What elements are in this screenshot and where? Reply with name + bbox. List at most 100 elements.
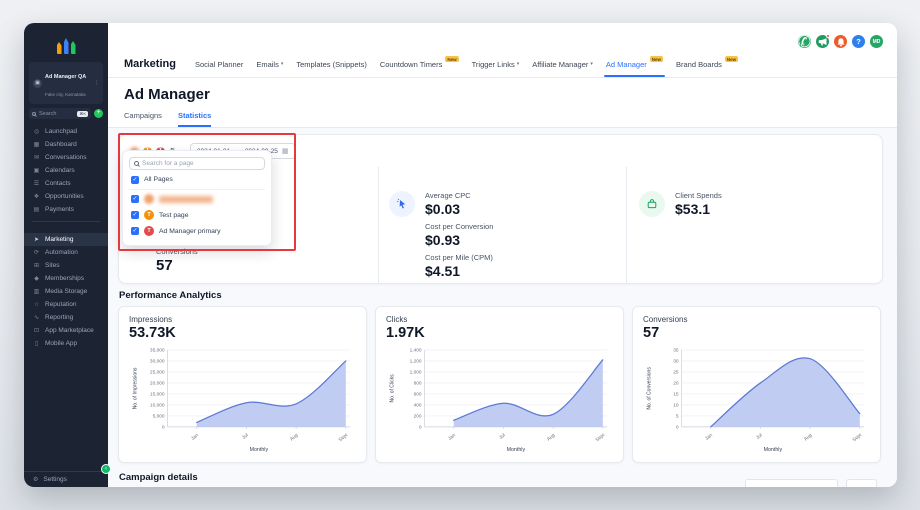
cutoff-button[interactable] bbox=[846, 479, 877, 487]
cursor-click-icon bbox=[389, 191, 415, 217]
svg-text:10,000: 10,000 bbox=[150, 403, 165, 409]
svg-text:No. of Clicks: No. of Clicks bbox=[390, 374, 396, 403]
page-name: Test page bbox=[159, 212, 188, 219]
page-avatar bbox=[144, 194, 154, 204]
svg-text:200: 200 bbox=[414, 414, 422, 420]
reporting-icon: ∿ bbox=[33, 314, 40, 321]
sites-icon: ⊞ bbox=[33, 262, 40, 269]
sidebar-item-calendars[interactable]: ▣ Calendars bbox=[24, 164, 108, 177]
stat-average-cpc: Average CPC $0.03 bbox=[425, 191, 493, 217]
marketing-nav: Marketing Social Planner Emails ▾ Templa… bbox=[124, 51, 738, 77]
settings-label: Settings bbox=[43, 476, 67, 483]
chart-title: Clicks bbox=[386, 315, 613, 324]
account-menu-icon[interactable]: ⋮ bbox=[94, 80, 99, 86]
payments-icon: ▤ bbox=[33, 206, 40, 213]
page-name bbox=[159, 196, 213, 203]
nav-item-countdown-timers[interactable]: Countdown Timers New bbox=[380, 51, 459, 77]
sidebar-item-dashboard[interactable]: ▦ Dashboard bbox=[24, 138, 108, 151]
account-switcher[interactable]: ▣ Ad Manager QA Fake city, Karnataka ⋮ bbox=[29, 62, 103, 104]
tab-statistics[interactable]: Statistics bbox=[178, 111, 211, 127]
sidebar-divider bbox=[32, 221, 100, 222]
app-marketplace-icon: ⊡ bbox=[33, 327, 40, 334]
svg-text:Jul: Jul bbox=[755, 432, 764, 441]
svg-text:600: 600 bbox=[414, 392, 422, 398]
svg-text:0: 0 bbox=[676, 425, 679, 431]
checkbox-checked[interactable]: ✓ bbox=[131, 195, 139, 203]
sidebar-item-memberships[interactable]: ◆ Memberships bbox=[24, 272, 108, 285]
calendars-icon: ▣ bbox=[33, 167, 40, 174]
sidebar-item-marketing[interactable]: ➤ Marketing bbox=[24, 233, 108, 246]
sidebar-item-conversations[interactable]: ✉ Conversations bbox=[24, 151, 108, 164]
nav-item-ad-manager[interactable]: Ad Manager New bbox=[606, 51, 663, 77]
account-name: Ad Manager QA bbox=[45, 74, 86, 80]
stat-cost-per-conversion: Cost per Conversion $0.93 bbox=[425, 222, 493, 248]
sidebar-item-opportunities[interactable]: ❖ Opportunities bbox=[24, 190, 108, 203]
launchpad-icon: ◎ bbox=[33, 128, 40, 135]
sidebar-item-settings[interactable]: ⚙ Settings bbox=[24, 471, 108, 487]
stats-column-right: Client Spends $53.1 bbox=[626, 167, 882, 284]
header-icons: ✆ ? MD bbox=[798, 35, 883, 48]
svg-text:15: 15 bbox=[673, 392, 679, 398]
contacts-icon: ☰ bbox=[33, 180, 40, 187]
page-filter-dropdown: Search for a page ✓ All Pages ✓ ✓ T Test… bbox=[122, 150, 272, 246]
analytics-heading: Performance Analytics bbox=[119, 290, 883, 301]
megaphone-icon[interactable] bbox=[816, 35, 829, 48]
sidebar-item-mobile-app[interactable]: ▯ Mobile App bbox=[24, 337, 108, 350]
page-option-test-page[interactable]: ✓ T Test page bbox=[129, 207, 265, 223]
sidebar-item-sites[interactable]: ⊞ Sites bbox=[24, 259, 108, 272]
checkbox-checked[interactable]: ✓ bbox=[131, 227, 139, 235]
nav-item-trigger-links[interactable]: Trigger Links ▾ bbox=[472, 51, 520, 77]
sidebar-item-reporting[interactable]: ∿ Reporting bbox=[24, 311, 108, 324]
chevron-down-icon: ▾ bbox=[281, 61, 284, 67]
svg-text:Jul: Jul bbox=[241, 432, 250, 441]
checkbox-checked[interactable]: ✓ bbox=[131, 176, 139, 184]
sidebar-item-automation[interactable]: ⟳ Automation bbox=[24, 246, 108, 259]
account-avatar-icon: ▣ bbox=[33, 79, 42, 88]
mobile-app-icon: ▯ bbox=[33, 340, 40, 347]
area-chart: 05,00010,00015,00020,00025,00030,00035,0… bbox=[129, 342, 356, 456]
cutoff-field[interactable] bbox=[745, 479, 838, 487]
nav-item-social-planner[interactable]: Social Planner bbox=[195, 51, 243, 77]
sidebar-search-input[interactable]: Search ⌘K bbox=[29, 108, 91, 119]
nav-item-brand-boards[interactable]: Brand Boards New bbox=[676, 51, 738, 77]
help-icon[interactable]: ? bbox=[852, 35, 865, 48]
chart-title: Conversions bbox=[643, 315, 870, 324]
stats-column-middle: Average CPC $0.03 Cost per Conversion $0… bbox=[378, 167, 626, 284]
page-option-ad-manager-primary[interactable]: ✓ T Ad Manager primary bbox=[129, 223, 265, 239]
all-pages-option[interactable]: ✓ All Pages bbox=[129, 174, 265, 186]
chart-cards: Impressions 53.73K 05,00010,00015,00020,… bbox=[118, 306, 883, 463]
svg-text:15,000: 15,000 bbox=[150, 392, 165, 398]
new-badge: New bbox=[445, 56, 458, 62]
chart-total: 53.73K bbox=[129, 325, 356, 341]
svg-text:30,000: 30,000 bbox=[150, 359, 165, 365]
sidebar-item-payments[interactable]: ▤ Payments bbox=[24, 203, 108, 216]
quick-add-button[interactable]: + bbox=[94, 109, 103, 118]
tab-campaigns[interactable]: Campaigns bbox=[124, 111, 162, 127]
sidebar-collapse-button[interactable]: ‹ bbox=[101, 464, 111, 474]
page-header: Ad Manager Campaigns Statistics bbox=[108, 78, 897, 128]
sidebar-item-contacts[interactable]: ☰ Contacts bbox=[24, 177, 108, 190]
desktop-background: ▣ Ad Manager QA Fake city, Karnataka ⋮ S… bbox=[0, 0, 920, 510]
user-avatar[interactable]: MD bbox=[870, 35, 883, 48]
sidebar-item-media-storage[interactable]: ▥ Media Storage bbox=[24, 285, 108, 298]
checkbox-checked[interactable]: ✓ bbox=[131, 211, 139, 219]
conversations-icon: ✉ bbox=[33, 154, 40, 161]
chart-total: 57 bbox=[643, 325, 870, 341]
new-badge: New bbox=[650, 56, 663, 62]
bell-icon[interactable] bbox=[834, 35, 847, 48]
nav-item-emails[interactable]: Emails ▾ bbox=[256, 51, 283, 77]
media-storage-icon: ▥ bbox=[33, 288, 40, 295]
phone-icon[interactable]: ✆ bbox=[798, 35, 811, 48]
chart-card-impressions: Impressions 53.73K 05,00010,00015,00020,… bbox=[118, 306, 367, 463]
nav-item-templates-snippets[interactable]: Templates (Snippets) bbox=[296, 51, 366, 77]
page-search-input[interactable]: Search for a page bbox=[129, 157, 265, 170]
dropdown-divider bbox=[129, 189, 265, 190]
sidebar-item-app-marketplace[interactable]: ⊡ App Marketplace bbox=[24, 324, 108, 337]
sidebar-item-launchpad[interactable]: ◎ Launchpad bbox=[24, 125, 108, 138]
sidebar-item-reputation[interactable]: ☆ Reputation bbox=[24, 298, 108, 311]
nav-item-affiliate-manager[interactable]: Affiliate Manager ▾ bbox=[532, 51, 593, 77]
svg-text:Jan: Jan bbox=[190, 432, 200, 442]
page-option-redacted[interactable]: ✓ bbox=[129, 191, 265, 207]
gear-icon: ⚙ bbox=[33, 476, 38, 483]
chart-card-conversions: Conversions 57 05101520253035JanJulAugSe… bbox=[632, 306, 881, 463]
